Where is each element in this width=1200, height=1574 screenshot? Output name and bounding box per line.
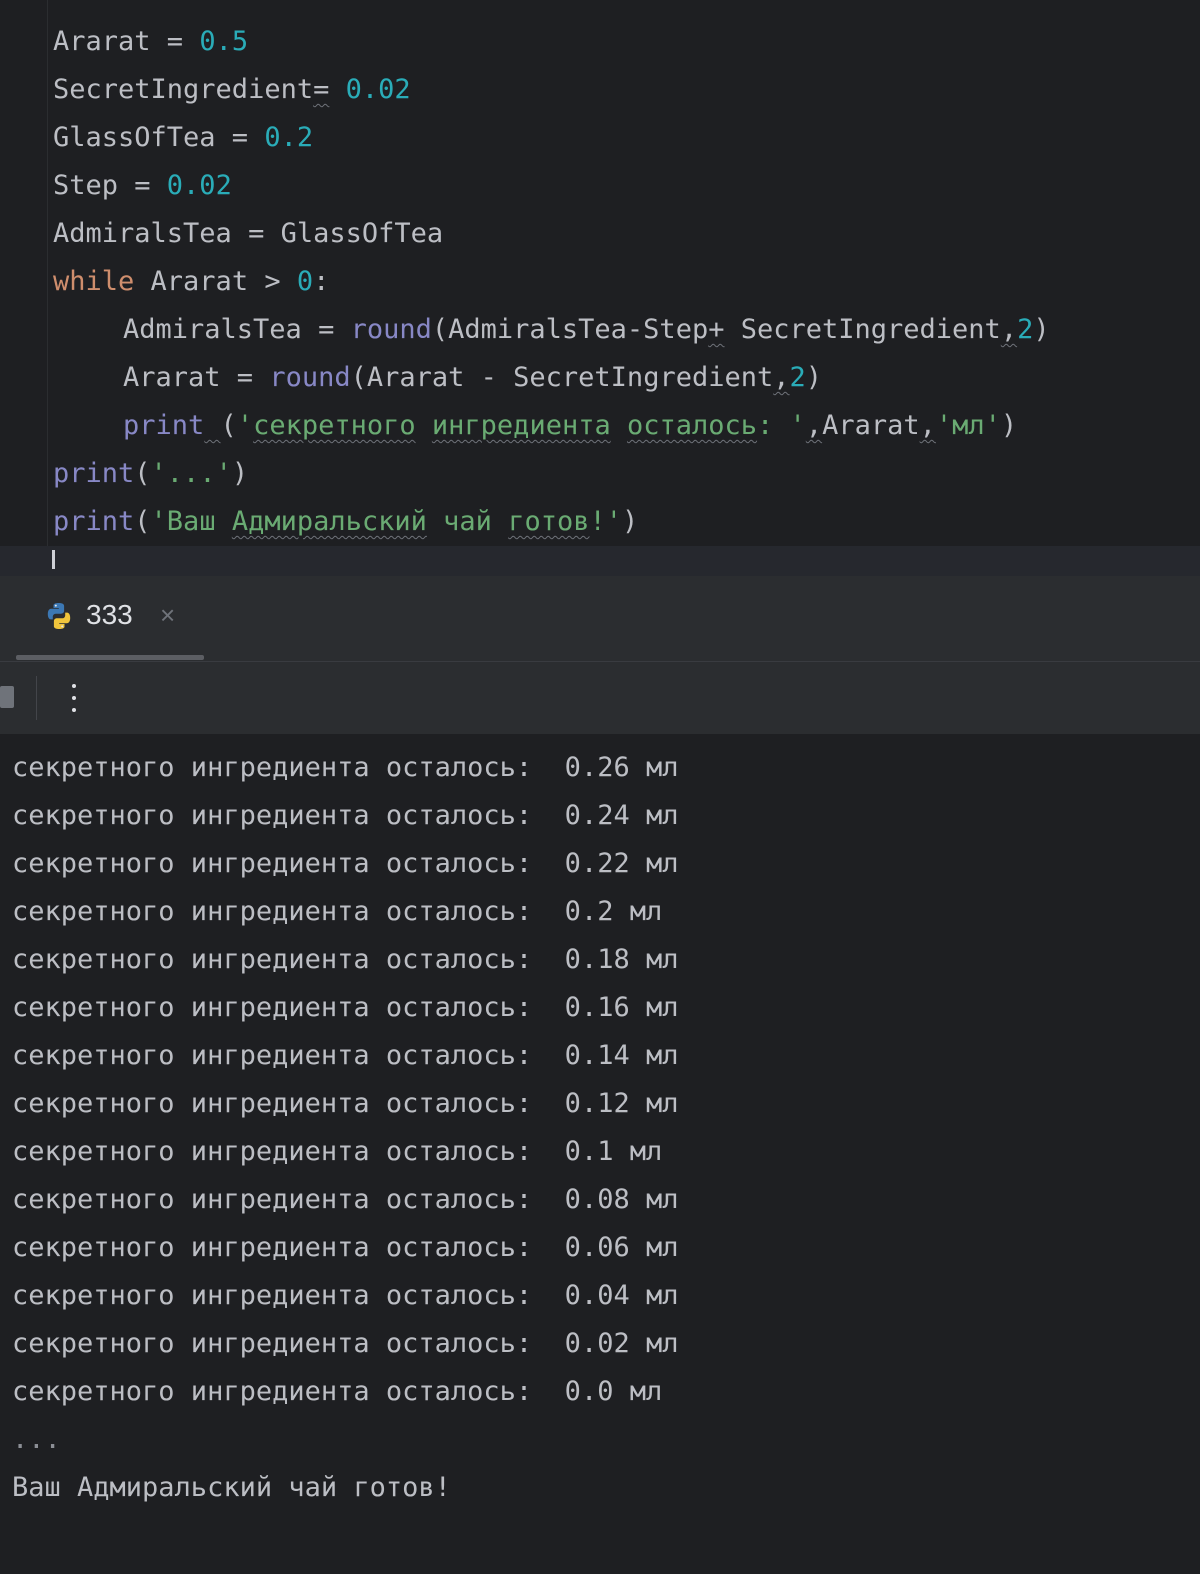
- code-line[interactable]: Ararat = round(Ararat - SecretIngredient…: [123, 354, 822, 402]
- code-token: (: [220, 410, 237, 441]
- code-line[interactable]: print ('секретного ингредиента осталось:…: [123, 402, 1017, 450]
- code-token: (AdmiralsTea-Step: [431, 314, 709, 345]
- console-output-line: секретного ингредиента осталось: 0.0 мл: [12, 1376, 663, 1407]
- code-token: Step =: [53, 170, 167, 201]
- toolbar-divider: [36, 676, 37, 720]
- run-tab-label: 333: [86, 599, 133, 630]
- code-token: осталось: [626, 410, 758, 441]
- code-line[interactable]: Step = 0.02: [53, 162, 232, 210]
- code-token: ): [805, 362, 823, 393]
- code-token: 0.02: [166, 170, 232, 201]
- code-token: Ararat: [822, 410, 920, 441]
- code-token: '...': [150, 458, 232, 489]
- code-token: 2: [789, 362, 806, 393]
- stop-icon[interactable]: [0, 686, 14, 708]
- code-token: !': [589, 506, 622, 537]
- code-token: while: [53, 266, 135, 297]
- code-token: Адмиральский: [231, 506, 427, 537]
- python-icon: [47, 603, 71, 629]
- code-line[interactable]: print('Ваш Адмиральский чай готов!'): [53, 498, 638, 546]
- code-line[interactable]: while Ararat > 0:: [53, 258, 329, 306]
- code-token: +: [708, 314, 725, 345]
- code-token: ,: [805, 410, 823, 441]
- console-output-line: секретного ингредиента осталось: 0.14 мл: [12, 1040, 679, 1071]
- code-token: ': [236, 410, 254, 441]
- code-token: (: [134, 506, 151, 537]
- code-token: round: [350, 314, 432, 345]
- code-line[interactable]: SecretIngredient= 0.02: [53, 66, 411, 114]
- current-line-highlight: [0, 546, 1200, 576]
- code-token: GlassOfTea =: [53, 122, 265, 153]
- console-output-line: секретного ингредиента осталось: 0.08 мл: [12, 1184, 679, 1215]
- code-token: ,: [773, 362, 790, 393]
- code-token: ,: [1000, 314, 1018, 345]
- code-token: : ': [757, 410, 806, 441]
- console-output-line: секретного ингредиента осталось: 0.06 мл: [12, 1232, 679, 1263]
- code-token: 2: [1017, 314, 1034, 345]
- console-output-line: секретного ингредиента осталось: 0.12 мл: [12, 1088, 679, 1119]
- code-token: AdmiralsTea =: [123, 314, 351, 345]
- code-line[interactable]: AdmiralsTea = round(AdmiralsTea-Step+ Se…: [123, 306, 1050, 354]
- text-caret: [52, 550, 55, 569]
- code-token: 'мл': [935, 410, 1001, 441]
- more-options-icon[interactable]: [66, 676, 82, 720]
- code-token: ): [1000, 410, 1018, 441]
- code-token: ): [231, 458, 249, 489]
- code-token: 'Ваш: [150, 506, 232, 537]
- code-line[interactable]: Ararat = 0.5: [53, 18, 248, 66]
- code-token: ): [621, 506, 639, 537]
- code-line[interactable]: GlassOfTea = 0.2: [53, 114, 313, 162]
- code-line[interactable]: AdmiralsTea = GlassOfTea: [53, 210, 443, 258]
- console-output-line: секретного ингредиента осталось: 0.1 мл: [12, 1136, 663, 1167]
- code-token: SecretIngredient: [724, 314, 1001, 345]
- code-token: =: [313, 74, 330, 105]
- code-token: секретного: [253, 410, 416, 441]
- indent-guide: [47, 0, 48, 560]
- console-output-line: секретного ингредиента осталось: 0.18 мл: [12, 944, 679, 975]
- console-output-line: секретного ингредиента осталось: 0.16 мл: [12, 992, 679, 1023]
- code-token: (: [134, 458, 151, 489]
- code-token: print: [53, 458, 135, 489]
- code-token: round: [269, 362, 351, 393]
- code-line[interactable]: print('...'): [53, 450, 248, 498]
- console-output-line: секретного ингредиента осталось: 0.2 мл: [12, 896, 663, 927]
- code-token: Ararat =: [53, 26, 200, 57]
- code-token: print: [53, 506, 135, 537]
- console-output-line: секретного ингредиента осталось: 0.02 мл: [12, 1328, 679, 1359]
- console-output-line: секретного ингредиента осталось: 0.22 мл: [12, 848, 679, 879]
- code-token: 0.02: [345, 74, 411, 105]
- code-token: ингредиента: [431, 410, 611, 441]
- code-token: ,: [919, 410, 936, 441]
- code-token: print: [123, 410, 205, 441]
- code-token: SecretIngredient: [53, 74, 314, 105]
- code-token: 0: [296, 266, 314, 297]
- console-output-line: секретного ингредиента осталось: 0.26 мл: [12, 752, 679, 783]
- close-icon[interactable]: ×: [160, 597, 175, 633]
- code-token: Ararat =: [123, 362, 270, 393]
- console-output-line: Ваш Адмиральский чай готов!: [12, 1472, 451, 1503]
- code-token: 0.2: [264, 122, 314, 153]
- code-token: ): [1033, 314, 1050, 345]
- code-token: (Ararat - SecretIngredient: [350, 362, 774, 393]
- run-toolbar: [0, 662, 1200, 734]
- code-token: Ararat >: [134, 266, 297, 297]
- code-token: чай: [426, 506, 509, 537]
- console-output-line: секретного ингредиента осталось: 0.04 мл: [12, 1280, 679, 1311]
- active-tab-indicator: [16, 655, 204, 660]
- console-output-line: секретного ингредиента осталось: 0.24 мл: [12, 800, 679, 831]
- code-token: 0.5: [199, 26, 249, 57]
- code-token: :: [313, 266, 330, 297]
- code-token: готов: [508, 506, 590, 537]
- code-token: AdmiralsTea = GlassOfTea: [53, 218, 444, 249]
- console-output-line: ...: [12, 1424, 61, 1455]
